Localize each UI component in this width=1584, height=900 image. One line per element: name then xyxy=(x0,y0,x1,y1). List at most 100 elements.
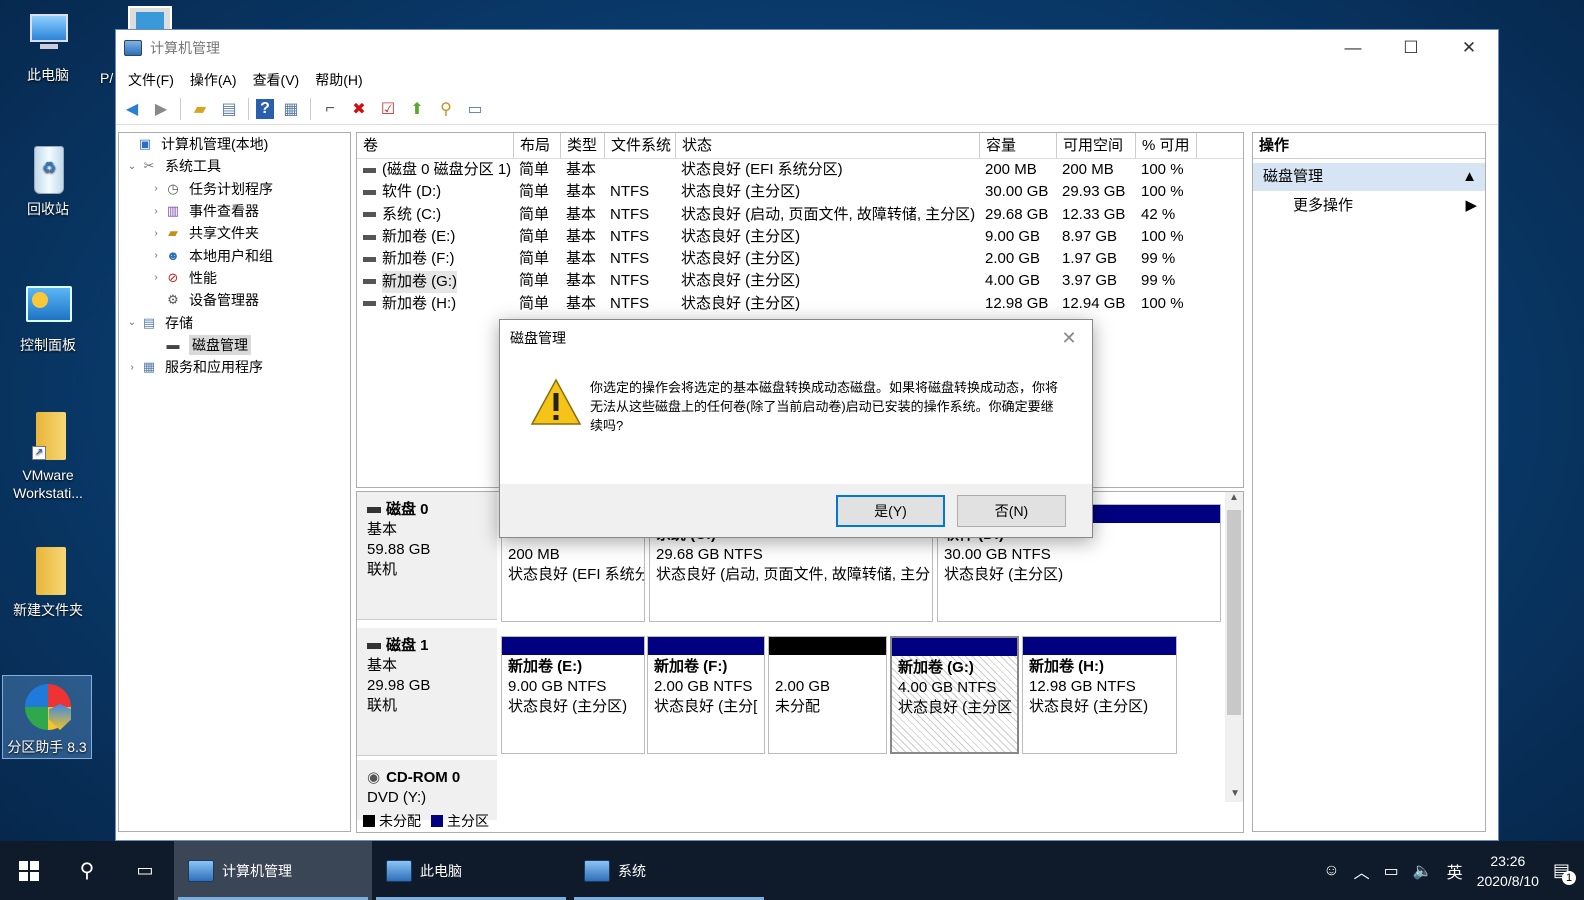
tree-expander[interactable]: ⌄ xyxy=(125,161,139,172)
partition-unallocated[interactable]: 2.00 GB 未分配 xyxy=(768,636,887,754)
delete-icon[interactable]: ✖ xyxy=(347,97,371,121)
view-icon[interactable]: ▦ xyxy=(279,97,303,121)
taskbar-item-system[interactable]: 系统 xyxy=(570,841,768,900)
volume-row[interactable]: 软件 (D:) 简单 基本 NTFS 状态良好 (主分区) 30.00 GB 29.93 G… xyxy=(357,181,1243,203)
volume-row[interactable]: 新加卷 (H:) 简单 基本 NTFS 状态良好 (主分区) 12.98 GB 12.94 … xyxy=(357,293,1243,315)
no-button[interactable]: 否(N) xyxy=(957,494,1066,527)
column-header-volume[interactable]: 卷 xyxy=(357,133,514,158)
desktop-icon-recycle-bin[interactable]: ♻ 回收站 xyxy=(3,144,93,218)
ime-indicator[interactable]: 英 xyxy=(1447,859,1463,883)
partition-g[interactable]: 新加卷 (G:) 4.00 GB NTFS 状态良好 (主分区 xyxy=(890,636,1019,754)
title-bar[interactable]: 计算机管理 — ☐ ✕ xyxy=(116,30,1498,66)
volume-row[interactable]: 新加卷 (G:) 简单 基本 NTFS 状态良好 (主分区) 4.00 GB 3.97 GB… xyxy=(357,270,1243,293)
tree-expander[interactable]: › xyxy=(149,183,163,194)
desktop-icon-new-folder[interactable]: 新建文件夹 xyxy=(3,545,93,619)
column-header-filesystem[interactable]: 文件系统 xyxy=(605,133,676,158)
volume-row[interactable]: (磁盘 0 磁盘分区 1) 简单 基本 状态良好 (EFI 系统分区) 200 MB 20… xyxy=(357,159,1243,181)
dialog-close-button[interactable]: ✕ xyxy=(1046,328,1092,349)
help-icon[interactable]: ? xyxy=(256,98,274,119)
maximize-button[interactable]: ☐ xyxy=(1382,30,1440,66)
volume-name-cell: 新加卷 (G:) xyxy=(357,270,514,293)
tree-item-event-viewer[interactable]: › ▥ 事件查看器 xyxy=(119,200,350,222)
scroll-thumb[interactable] xyxy=(1227,510,1241,715)
tree-item-task-scheduler[interactable]: › ◷ 任务计划程序 xyxy=(119,178,350,200)
menu-action[interactable]: 操作(A) xyxy=(182,70,245,90)
tree-expander[interactable]: › xyxy=(125,362,139,373)
volume-cell: 基本 xyxy=(566,272,597,290)
primary-partition-bar xyxy=(502,637,644,655)
forward-icon[interactable]: ▶ xyxy=(149,97,173,121)
tree-item-shared-folders[interactable]: › ▰ 共享文件夹 xyxy=(119,222,350,244)
column-header-percent-free[interactable]: % 可用 xyxy=(1136,133,1197,158)
show-hide-tree-icon[interactable]: ▤ xyxy=(217,97,241,121)
menu-view[interactable]: 查看(V) xyxy=(245,70,308,90)
up-folder-icon[interactable]: ▰ xyxy=(188,97,212,121)
dialog-title-bar[interactable]: 磁盘管理 ✕ xyxy=(500,320,1092,356)
disk-0-label[interactable]: 磁盘 0 基本 59.88 GB 联机 xyxy=(357,492,497,620)
menu-help[interactable]: 帮助(H) xyxy=(307,70,370,90)
minimize-button[interactable]: — xyxy=(1324,30,1382,66)
tree-expander[interactable]: › xyxy=(149,228,163,239)
desktop-icon-control-panel[interactable]: 控制面板 xyxy=(3,280,93,354)
tree-item-local-users[interactable]: › ☻ 本地用户和组 xyxy=(119,244,350,266)
import-icon[interactable]: ⬆ xyxy=(405,97,429,121)
disk-1-size: 29.98 GB xyxy=(367,677,431,694)
column-header-capacity[interactable]: 容量 xyxy=(980,133,1057,158)
tree-item-device-manager[interactable]: ⚙ 设备管理器 xyxy=(119,289,350,311)
desktop-icon-this-pc[interactable]: 此电脑 xyxy=(3,10,93,84)
back-icon[interactable]: ◀ xyxy=(120,97,144,121)
volume-cell: 基本 xyxy=(566,205,597,223)
tree-item-performance[interactable]: › ⊘ 性能 xyxy=(119,267,350,289)
actions-section-disk-management[interactable]: 磁盘管理 ▲ xyxy=(1253,163,1485,191)
close-button[interactable]: ✕ xyxy=(1440,30,1498,66)
tree-item-system-tools[interactable]: ⌄ ✂ 系统工具 xyxy=(119,155,350,177)
scroll-down-icon[interactable]: ▼ xyxy=(1230,788,1240,799)
desktop-icon-vmware[interactable]: ↗ VMware Workstati... xyxy=(3,410,93,502)
task-view-icon[interactable]: ▭ xyxy=(116,841,174,900)
partition-f[interactable]: 新加卷 (F:) 2.00 GB NTFS 状态良好 (主分[ xyxy=(647,636,765,754)
volume-cell: 基本 xyxy=(566,161,597,178)
desktop-icon-partition-assistant[interactable]: 分区助手 8.3 xyxy=(2,675,92,759)
network-icon[interactable]: ▭ xyxy=(1384,861,1399,881)
volume-cell: 状态良好 (主分区) xyxy=(681,250,801,268)
volume-icon[interactable]: 🔈 xyxy=(1413,861,1433,881)
search-icon[interactable]: ⚲ xyxy=(58,841,116,900)
column-header-status[interactable]: 状态 xyxy=(676,133,980,158)
chevron-up-icon[interactable]: ︿ xyxy=(1354,859,1370,883)
tree-item-computer-management[interactable]: ▣ 计算机管理(本地) xyxy=(119,133,350,155)
menu-file[interactable]: 文件(F) xyxy=(120,70,182,90)
volume-row[interactable]: 新加卷 (F:) 简单 基本 NTFS 状态良好 (主分区) 2.00 GB 1.97 GB… xyxy=(357,248,1243,270)
tree-expander[interactable]: › xyxy=(149,250,163,261)
tree-item-disk-management[interactable]: ▬ 磁盘管理 xyxy=(119,334,350,356)
tree-expander[interactable]: ⌄ xyxy=(125,317,139,328)
graph-scrollbar[interactable]: ▲ xyxy=(1225,492,1243,802)
volume-row[interactable]: 系统 (C:) 简单 基本 NTFS 状态良好 (启动, 页面文件, 故障转储, 主分区… xyxy=(357,204,1243,226)
properties-icon[interactable]: ☑ xyxy=(376,97,400,121)
clock[interactable]: 23:26 2020/8/10 xyxy=(1477,851,1539,891)
start-button[interactable] xyxy=(0,841,58,900)
tree-item-services-apps[interactable]: › ▦ 服务和应用程序 xyxy=(119,356,350,378)
column-header-layout[interactable]: 布局 xyxy=(514,133,561,158)
partition-h[interactable]: 新加卷 (H:) 12.98 GB NTFS 状态良好 (主分区) xyxy=(1022,636,1177,754)
volume-icon xyxy=(363,256,376,262)
disk-1-label[interactable]: 磁盘 1 基本 29.98 GB 联机 xyxy=(357,628,497,756)
list-view-icon[interactable]: ▭ xyxy=(463,97,487,121)
actions-more[interactable]: 更多操作 ▶ xyxy=(1253,191,1485,221)
column-header-free-space[interactable]: 可用空间 xyxy=(1057,133,1136,158)
tree-expander[interactable]: › xyxy=(149,206,163,217)
volume-cell: NTFS xyxy=(610,205,650,223)
people-icon[interactable]: ☺ xyxy=(1323,862,1339,880)
column-header-type[interactable]: 类型 xyxy=(561,133,605,158)
collapse-icon[interactable]: ▲ xyxy=(1462,163,1477,191)
scroll-up-icon[interactable]: ▲ xyxy=(1225,492,1243,508)
yes-button[interactable]: 是(Y) xyxy=(836,494,945,527)
search-icon[interactable]: ⚲ xyxy=(434,97,458,121)
tree-expander[interactable]: › xyxy=(149,272,163,283)
volume-row[interactable]: 新加卷 (E:) 简单 基本 NTFS 状态良好 (主分区) 9.00 GB 8.97 GB… xyxy=(357,226,1243,248)
notification-icon[interactable]: ▤ 1 xyxy=(1553,860,1576,885)
tree-item-storage[interactable]: ⌄ ▤ 存储 xyxy=(119,311,350,333)
partition-e[interactable]: 新加卷 (E:) 9.00 GB NTFS 状态良好 (主分区) xyxy=(501,636,645,754)
connect-drive-icon[interactable]: ⌐ xyxy=(318,97,342,121)
taskbar-item-this-pc[interactable]: 此电脑 xyxy=(372,841,570,900)
taskbar-item-computer-management[interactable]: 计算机管理 xyxy=(174,841,372,900)
